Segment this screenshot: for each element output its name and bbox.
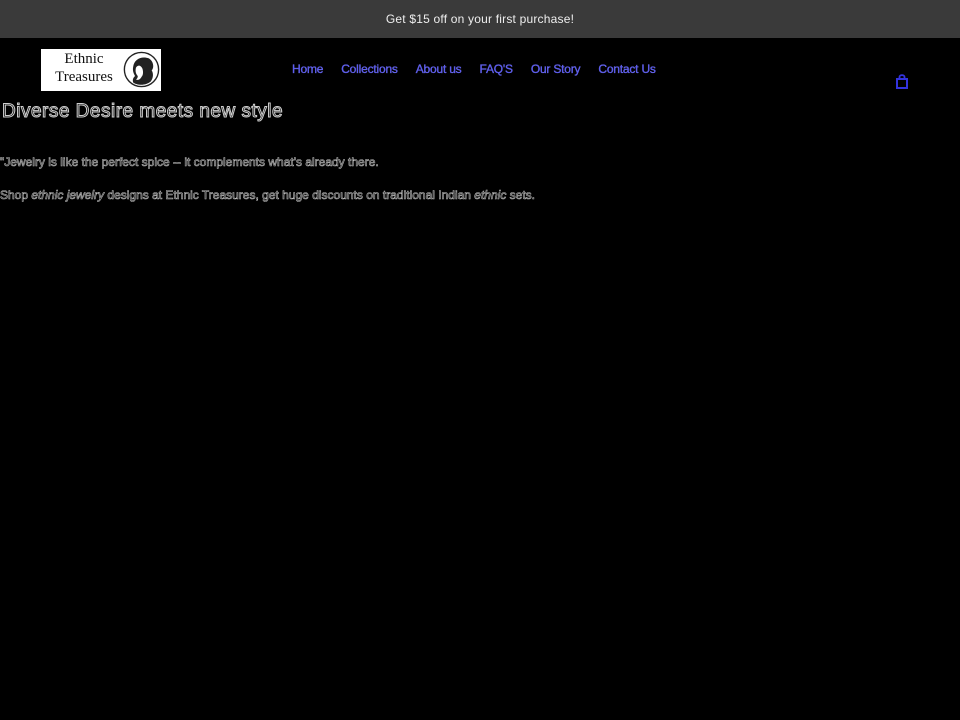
nav-home[interactable]: Home (292, 62, 324, 76)
page-title: Diverse Desire meets new style (1, 101, 284, 123)
shop-prefix: Shop (0, 188, 32, 203)
ethnic-emphasis: ethnic (474, 188, 507, 203)
nav-about-us[interactable]: About us (416, 62, 462, 76)
announcement-text: Get $15 off on your first purchase! (385, 12, 575, 26)
main-nav: Home Collections About us FAQ'S Our Stor… (292, 62, 674, 76)
site-header: Ethnic Treasures Home Collections About … (0, 38, 960, 100)
nav-faqs[interactable]: FAQ'S (479, 62, 513, 76)
shop-middle: designs at Ethnic Treasures, get huge di… (104, 188, 475, 203)
jewelry-quote: "Jewelry is like the perfect spice -- it… (0, 155, 379, 170)
logo-line-1: Ethnic (64, 51, 104, 67)
logo[interactable]: Ethnic Treasures (41, 49, 161, 91)
nav-our-story[interactable]: Our Story (531, 62, 581, 76)
nav-contact-us[interactable]: Contact Us (598, 62, 656, 76)
woman-silhouette-icon (123, 51, 160, 88)
shop-suffix: sets. (506, 188, 536, 203)
ethnic-jewelry-emphasis: ethnic jewelry (31, 188, 105, 203)
logo-text: Ethnic Treasures (43, 50, 125, 86)
cart-icon[interactable] (894, 73, 910, 89)
shop-description: Shop ethnic jewelry designs at Ethnic Tr… (0, 188, 536, 203)
logo-line-2: Treasures (55, 69, 113, 85)
nav-collections[interactable]: Collections (341, 62, 398, 76)
announcement-bar: Get $15 off on your first purchase! (0, 0, 960, 38)
